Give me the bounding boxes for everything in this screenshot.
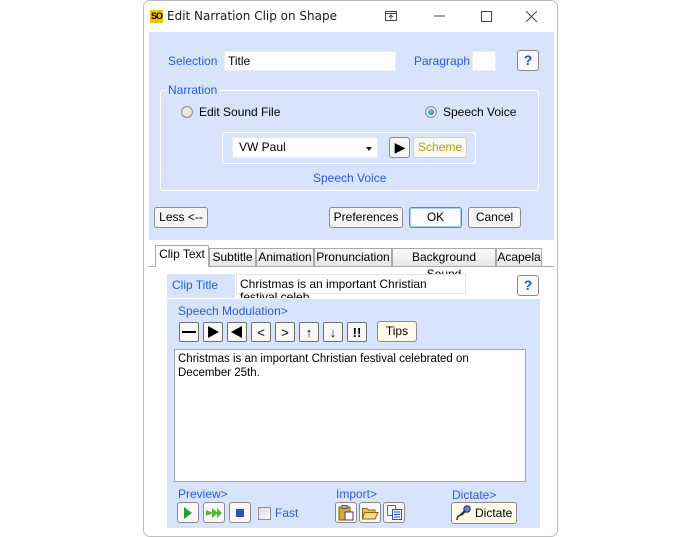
selection-label: Selection bbox=[168, 54, 218, 68]
minimize-button[interactable] bbox=[425, 6, 455, 26]
slower-button[interactable] bbox=[227, 322, 247, 342]
window-title: Edit Narration Clip on Shape bbox=[167, 9, 338, 23]
edit-sound-file-radio[interactable]: Edit Sound File bbox=[181, 105, 280, 119]
less-than-icon: < bbox=[257, 324, 265, 340]
greater-than-icon: > bbox=[281, 324, 289, 340]
clip-text-area[interactable]: Christmas is an important Christian fest… bbox=[174, 349, 526, 482]
left-triangle-icon bbox=[231, 326, 242, 338]
arrow-down-icon: ↓ bbox=[329, 324, 337, 340]
help-button[interactable]: ? bbox=[517, 50, 539, 71]
copy-document-icon bbox=[386, 505, 402, 520]
preview-stop-button[interactable] bbox=[229, 502, 251, 523]
fast-label: Fast bbox=[275, 506, 299, 520]
pin-top-icon bbox=[385, 11, 397, 21]
dictate-label: Dictate> bbox=[452, 488, 497, 502]
tab-acapela[interactable]: Acapela bbox=[496, 248, 542, 267]
stop-icon bbox=[236, 508, 244, 517]
clip-help-button[interactable]: ? bbox=[517, 275, 539, 296]
arrow-up-icon: ↑ bbox=[305, 324, 313, 340]
minimize-icon bbox=[434, 15, 445, 17]
chevron-down-icon bbox=[366, 147, 372, 151]
play-green-icon bbox=[184, 506, 192, 519]
lower-pitch-button[interactable]: ↓ bbox=[323, 322, 343, 342]
app-icon: SO bbox=[150, 10, 163, 23]
higher-pitch-button[interactable]: ↑ bbox=[299, 322, 319, 342]
open-folder-icon bbox=[361, 507, 379, 519]
pause-dash-icon bbox=[182, 331, 196, 333]
clip-title-input[interactable]: Christmas is an important Christian fest… bbox=[236, 274, 466, 304]
preview-play-button[interactable] bbox=[177, 502, 199, 523]
louder-button[interactable]: > bbox=[275, 322, 295, 342]
speech-voice-label: Speech Voice bbox=[443, 105, 517, 119]
edit-sound-file-label: Edit Sound File bbox=[199, 105, 281, 119]
play-voice-button[interactable]: ▶ bbox=[389, 137, 410, 158]
speech-modulation-label: Speech Modulation> bbox=[178, 304, 288, 318]
tab-background-sound[interactable]: Background Sound bbox=[392, 248, 496, 281]
voice-select-value: VW Paul bbox=[239, 140, 286, 154]
maximize-button[interactable] bbox=[471, 6, 501, 26]
tab-clip-text[interactable]: Clip Text bbox=[155, 245, 209, 267]
tab-animation[interactable]: Animation bbox=[256, 248, 314, 267]
play-icon: ▶ bbox=[394, 139, 406, 155]
close-button[interactable] bbox=[516, 6, 546, 26]
narration-group-label: Narration bbox=[166, 83, 220, 97]
microphone-icon bbox=[456, 505, 471, 521]
speech-voice-radio[interactable]: Speech Voice bbox=[425, 105, 516, 119]
restore-to-top-button[interactable] bbox=[376, 6, 406, 26]
emphasis-button[interactable]: !! bbox=[347, 322, 367, 342]
title-bar: SO Edit Narration Clip on Shape bbox=[144, 1, 557, 32]
selection-input[interactable]: Title bbox=[224, 51, 396, 71]
right-triangle-icon bbox=[208, 326, 219, 338]
faster-button[interactable] bbox=[203, 322, 223, 342]
fast-forward-icon bbox=[206, 507, 222, 518]
maximize-icon bbox=[480, 10, 492, 22]
double-exclamation-icon: !! bbox=[352, 324, 362, 340]
tab-pronunciation[interactable]: Pronunciation bbox=[314, 248, 392, 267]
help-icon: ? bbox=[523, 52, 533, 68]
dictate-button-label: Dictate bbox=[475, 505, 513, 520]
dictate-button[interactable]: Dictate bbox=[451, 502, 517, 524]
paragraph-label: Paragraph bbox=[414, 54, 471, 68]
radio-unselected-icon bbox=[181, 106, 193, 118]
paragraph-input[interactable] bbox=[472, 51, 496, 71]
help-icon: ? bbox=[523, 277, 533, 293]
import-paste-button[interactable] bbox=[335, 502, 357, 523]
preferences-button[interactable]: Preferences bbox=[329, 207, 403, 228]
speech-voice-caption: Speech Voice bbox=[313, 171, 387, 185]
radio-selected-icon bbox=[425, 106, 437, 118]
import-open-file-button[interactable] bbox=[359, 502, 381, 523]
dialog-window: SO Edit Narration Clip on Shape Selectio… bbox=[143, 0, 558, 537]
pause-button[interactable] bbox=[179, 322, 199, 342]
tips-button[interactable]: Tips bbox=[377, 321, 417, 342]
preview-fast-play-button[interactable] bbox=[203, 502, 225, 523]
ok-button[interactable]: OK bbox=[409, 207, 462, 228]
voice-select[interactable]: VW Paul bbox=[232, 137, 378, 158]
import-copy-button[interactable] bbox=[383, 502, 405, 523]
clip-title-label: Clip Title bbox=[172, 278, 219, 292]
cancel-button[interactable]: Cancel bbox=[468, 207, 521, 228]
import-label: Import> bbox=[336, 487, 378, 501]
clipboard-paste-icon bbox=[338, 504, 354, 520]
less-button[interactable]: Less <-- bbox=[154, 207, 208, 228]
scheme-button[interactable]: Scheme bbox=[413, 137, 467, 158]
fast-checkbox[interactable] bbox=[258, 507, 271, 520]
close-icon bbox=[525, 10, 537, 22]
tab-subtitle[interactable]: Subtitle bbox=[209, 248, 256, 267]
preview-label: Preview> bbox=[178, 487, 228, 501]
softer-button[interactable]: < bbox=[251, 322, 271, 342]
